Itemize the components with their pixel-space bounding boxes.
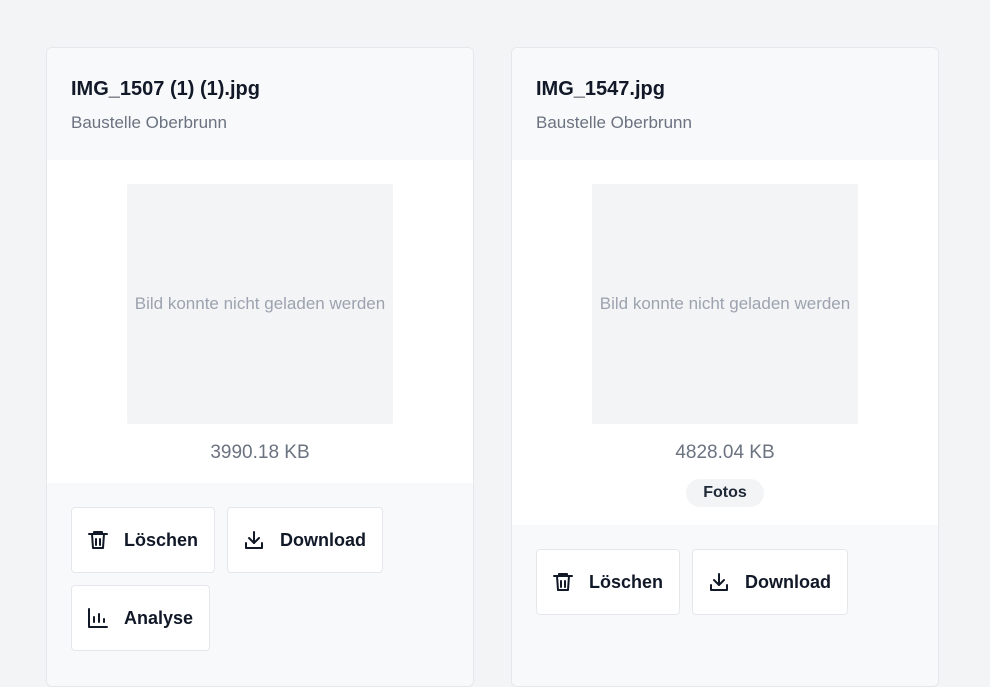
card-actions: Löschen Download Analyse	[47, 483, 473, 686]
file-name: IMG_1507 (1) (1).jpg	[71, 78, 260, 100]
project-name: Baustelle Oberbrunn	[536, 113, 692, 132]
download-icon	[245, 531, 264, 549]
card-header: IMG_1547.jpg Baustelle Oberbrunn	[512, 48, 938, 160]
file-card-grid: IMG_1507 (1) (1).jpg Baustelle Oberbrunn…	[46, 47, 939, 687]
delete-button-label: Löschen	[124, 529, 199, 550]
analyse-button[interactable]: Analyse	[71, 585, 211, 651]
delete-button-label: Löschen	[589, 571, 664, 592]
file-size: 3990.18 KB	[210, 442, 310, 463]
file-card: IMG_1547.jpg Baustelle Oberbrunn Bild ko…	[511, 47, 939, 687]
category-tag: Fotos	[686, 479, 764, 507]
card-header: IMG_1507 (1) (1).jpg Baustelle Oberbrunn	[47, 48, 473, 160]
analyse-button-label: Analyse	[124, 607, 194, 628]
download-button[interactable]: Download	[227, 507, 384, 573]
project-name: Baustelle Oberbrunn	[71, 113, 227, 132]
card-body: Bild konnte nicht geladen werden 4828.04…	[512, 160, 938, 525]
bar-chart-icon	[88, 608, 108, 628]
file-size: 4828.04 KB	[675, 442, 775, 463]
delete-button[interactable]: Löschen	[71, 507, 216, 573]
download-button-label: Download	[745, 571, 832, 592]
trash-icon	[88, 531, 108, 549]
file-card: IMG_1507 (1) (1).jpg Baustelle Oberbrunn…	[46, 47, 474, 687]
download-button[interactable]: Download	[692, 549, 849, 615]
card-actions: Löschen Download	[512, 525, 938, 686]
image-preview-placeholder: Bild konnte nicht geladen werden	[592, 184, 858, 424]
download-icon	[710, 573, 729, 591]
trash-icon	[553, 573, 573, 591]
delete-button[interactable]: Löschen	[536, 549, 681, 615]
image-preview-placeholder: Bild konnte nicht geladen werden	[127, 184, 393, 424]
download-button-label: Download	[280, 529, 367, 550]
card-body: Bild konnte nicht geladen werden 3990.18…	[47, 160, 473, 483]
file-name: IMG_1547.jpg	[536, 78, 665, 100]
